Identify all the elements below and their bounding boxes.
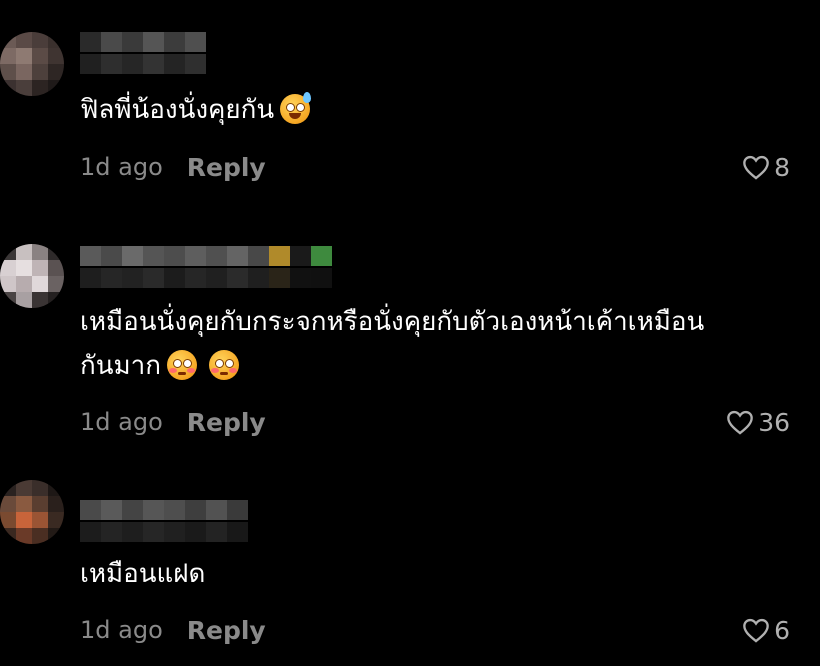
comment-text-line-2: กันมาก <box>80 351 161 381</box>
comment-text-content: เหมือนแฝด <box>80 559 206 589</box>
grinning-sweat-emoji <box>280 92 312 124</box>
reply-button[interactable]: Reply <box>187 408 266 437</box>
comment-meta: 1d ago Reply <box>80 150 266 184</box>
timestamp: 1d ago <box>80 616 163 644</box>
heart-icon[interactable] <box>742 154 770 180</box>
like-button[interactable]: 36 <box>726 405 790 439</box>
avatar[interactable] <box>0 480 64 544</box>
like-count: 36 <box>758 407 790 437</box>
avatar[interactable] <box>0 32 64 96</box>
username-blurred[interactable] <box>80 500 248 542</box>
reply-button[interactable]: Reply <box>187 153 266 182</box>
like-button[interactable]: 6 <box>742 613 790 647</box>
flushed-face-emoji <box>209 350 239 380</box>
username-blurred[interactable] <box>80 246 332 288</box>
like-button[interactable]: 8 <box>742 150 790 184</box>
like-count: 8 <box>774 152 790 182</box>
avatar[interactable] <box>0 244 64 308</box>
comment-text: เหมือนแฝด <box>80 552 800 596</box>
comment-text-line-1: เหมือนนั่งคุยกับกระจกหรือนั่งคุยกับตัวเอ… <box>80 307 705 337</box>
flushed-face-emoji <box>167 350 197 380</box>
comment-meta: 1d ago Reply <box>80 405 266 439</box>
timestamp: 1d ago <box>80 153 163 181</box>
username-blurred[interactable] <box>80 32 206 74</box>
comment-text: ฟิลพี่น้องนั่งคุยกัน <box>80 88 800 132</box>
comment-text-content: ฟิลพี่น้องนั่งคุยกัน <box>80 95 275 125</box>
heart-icon[interactable] <box>742 617 770 643</box>
like-count: 6 <box>774 615 790 645</box>
timestamp: 1d ago <box>80 408 163 436</box>
comment-meta: 1d ago Reply <box>80 613 266 647</box>
comment-text: เหมือนนั่งคุยกับกระจกหรือนั่งคุยกับตัวเอ… <box>80 300 800 388</box>
reply-button[interactable]: Reply <box>187 616 266 645</box>
heart-icon[interactable] <box>726 409 754 435</box>
